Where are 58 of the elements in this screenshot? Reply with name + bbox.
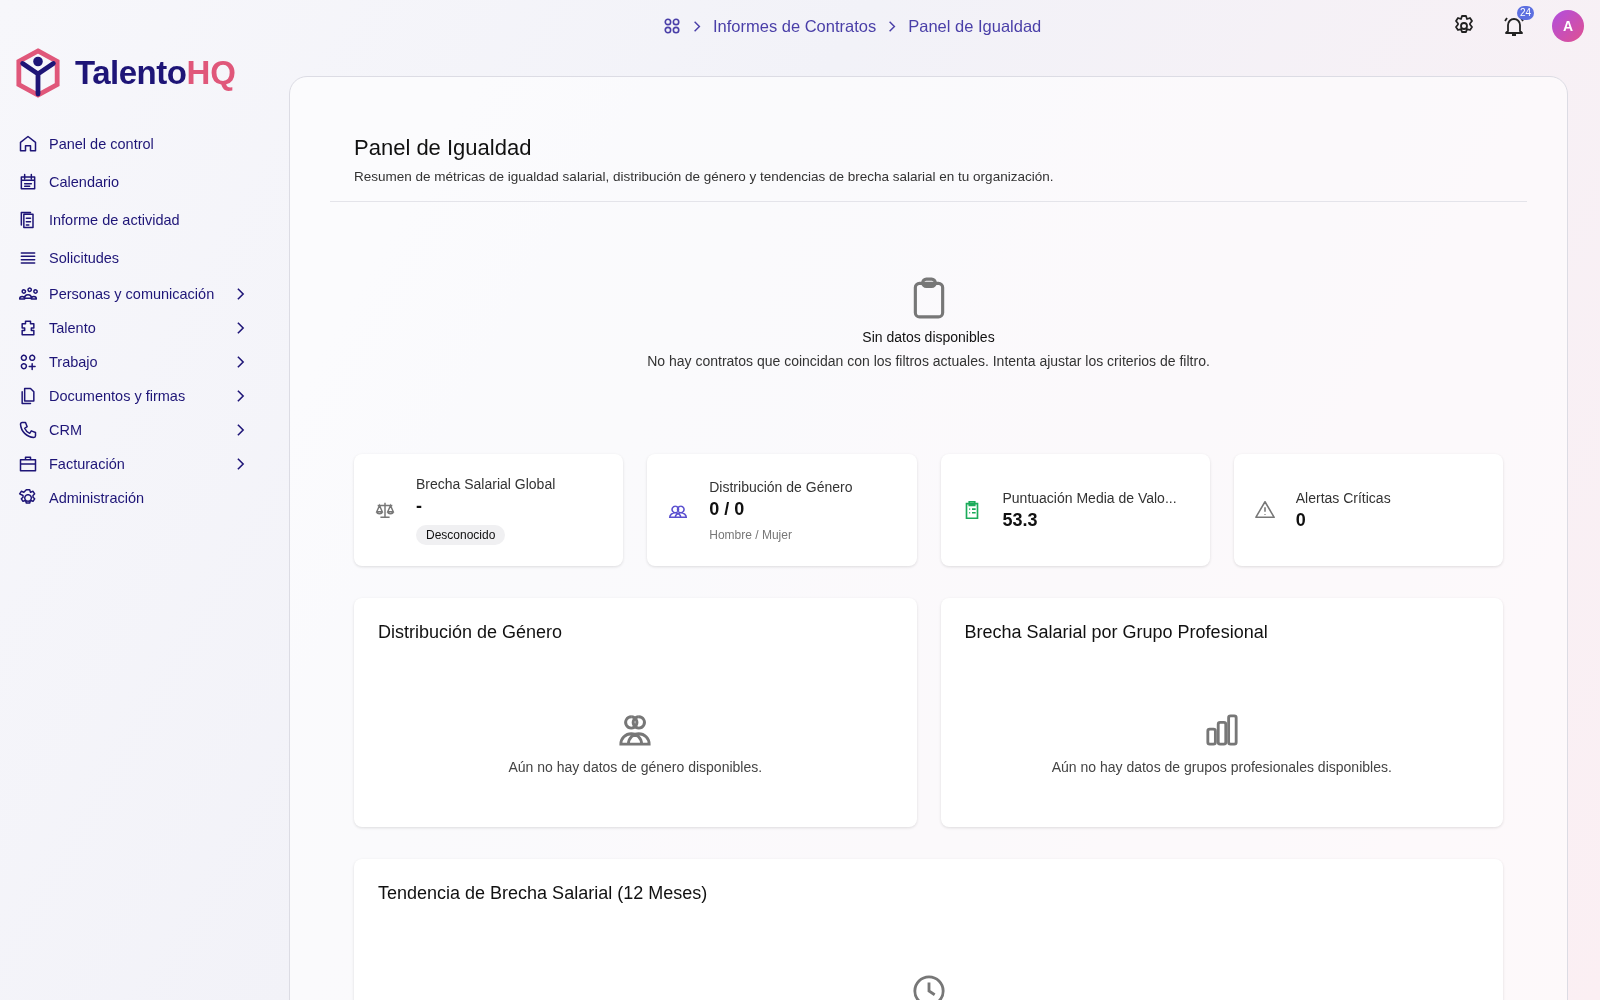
sidebar-item[interactable]: Personas y comunicación [15, 277, 245, 311]
sidebar-item[interactable]: Solicitudes [15, 239, 245, 277]
empty-message: No hay contratos que coincidan con los filtros actuales. Intenta ajustar los criterios de filtro. [647, 353, 1210, 369]
sidebar-item[interactable]: Facturación [15, 447, 245, 481]
sidebar-item[interactable]: Talento [15, 311, 245, 345]
stat-value: 0 [1295, 509, 1306, 531]
sidebar-item[interactable]: CRM [15, 413, 245, 447]
nav-icon [18, 454, 38, 474]
card-title: Distribución de Género [378, 622, 564, 643]
nav-icon [18, 386, 38, 406]
sidebar-item[interactable]: Informe de actividad [15, 201, 245, 239]
sidebar-item[interactable]: Documentos y firmas [15, 379, 245, 413]
nav-icon [18, 318, 38, 338]
chevron-icon [236, 423, 245, 437]
nav-icon [18, 172, 38, 192]
logo-icon [15, 47, 61, 99]
clipboard-icon [911, 277, 946, 319]
stat-label: Puntuación Media de Valo... [1002, 489, 1177, 506]
sidebar-item[interactable]: Panel de control [15, 125, 245, 163]
chevron-icon [236, 355, 245, 369]
breadcrumb-link[interactable]: Informes de Contratos [713, 16, 877, 36]
chevron-icon [693, 19, 701, 33]
sidebar-item[interactable]: Administración [15, 481, 245, 515]
status-badge: Desconocido [416, 524, 506, 545]
clock-icon [911, 974, 946, 1000]
stat-icon [1253, 499, 1276, 521]
empty-message: Aún no hay datos de grupos profesionales disponibles. [1051, 759, 1392, 775]
stat-value: 53.3 [1002, 509, 1038, 531]
chevron-icon [236, 389, 245, 403]
stat-label: Brecha Salarial Global [416, 475, 556, 492]
logo-text: Talento [75, 54, 187, 92]
stat-note: Hombre / Mujer [709, 527, 792, 542]
sidebar-item[interactable]: Calendario [15, 163, 245, 201]
stat-label: Alertas Críticas [1295, 489, 1391, 506]
grid-icon[interactable] [663, 17, 681, 35]
user-avatar[interactable]: A [1552, 10, 1584, 42]
stat-value: - [416, 495, 422, 517]
chevron-icon [236, 287, 245, 301]
page-subtitle: Resumen de métricas de igualdad salarial, distribución de género y tendencias de brecha salarial en tu organización. [354, 169, 1055, 184]
card-title: Tendencia de Brecha Salarial (12 Meses) [378, 883, 708, 904]
card-title: Brecha Salarial por Grupo Profesional [964, 622, 1269, 643]
bar-chart-icon [1204, 713, 1239, 747]
nav-icon [18, 134, 38, 154]
logo-text: HQ [186, 54, 236, 92]
sidebar-item[interactable]: Trabajo [15, 345, 245, 379]
users-icon [618, 713, 653, 747]
chevron-icon [236, 321, 245, 335]
breadcrumb-link[interactable]: Panel de Igualdad [908, 16, 1042, 36]
nav-icon [18, 420, 38, 440]
page-title: Panel de Igualdad [354, 135, 533, 161]
nav-icon [18, 352, 38, 372]
chevron-icon [888, 19, 897, 33]
empty-message: Aún no hay datos de género disponibles. [508, 759, 763, 775]
chevron-icon [236, 457, 245, 471]
notification-badge: 24 [1516, 6, 1534, 20]
stat-value: 0 / 0 [709, 498, 745, 520]
stat-label: Distribución de Género [709, 478, 853, 495]
empty-title: Sin datos disponibles [862, 329, 995, 345]
